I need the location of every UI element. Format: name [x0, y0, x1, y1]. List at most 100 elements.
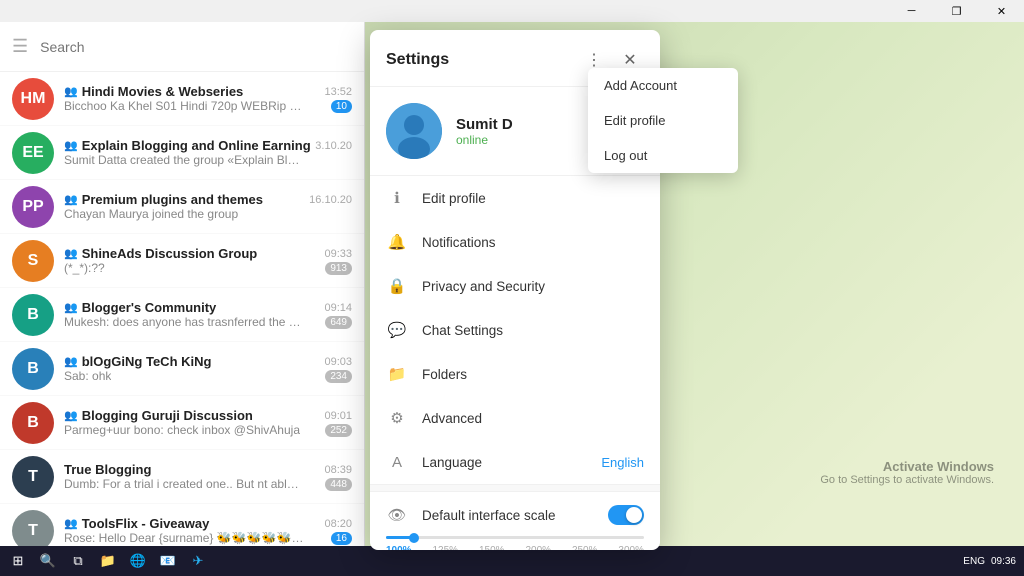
chat-content: 👥 Blogging Guruji Discussion 09:01 Parme… [64, 408, 352, 437]
settings-title: Settings [386, 51, 449, 69]
taskbar-start[interactable]: ⊞ [4, 547, 32, 575]
taskbar-app2[interactable]: 🌐 [124, 547, 152, 575]
chat-settings-label: Chat Settings [422, 323, 644, 338]
scale-bar-fill [386, 536, 412, 539]
chat-content: 👥 Explain Blogging and Online Earning 3.… [64, 138, 352, 167]
scale-tick: 200% [525, 545, 551, 550]
settings-menu: ℹ Edit profile 🔔 Notifications 🔒 Privacy… [370, 176, 660, 484]
chat-preview: (*_*):?? [64, 261, 105, 275]
edit-profile-icon: ℹ [386, 187, 408, 209]
chat-name: 👥 Hindi Movies & Webseries [64, 84, 243, 99]
avatar: T [12, 456, 54, 498]
close-button[interactable]: ✕ [979, 0, 1024, 22]
restore-button[interactable]: ❐ [934, 0, 979, 22]
notifications-icon: 🔔 [386, 231, 408, 253]
language-label: Language [422, 455, 587, 470]
title-bar: ─ ❐ ✕ [0, 0, 1024, 22]
profile-name: Sumit D [456, 116, 513, 133]
chat-name: 👥 ShineAds Discussion Group [64, 246, 257, 261]
chat-preview: Parmeg+uur bono: check inbox @ShivAhuja [64, 423, 300, 437]
taskbar-app4[interactable]: ✈ [184, 547, 212, 575]
taskbar-taskview[interactable]: ⧉ [64, 547, 92, 575]
scale-tick: 125% [432, 545, 458, 550]
avatar: PP [12, 186, 54, 228]
taskbar-lang: ENG [963, 556, 985, 567]
chat-time: 13:52 [324, 86, 352, 98]
avatar: T [12, 510, 54, 547]
chat-item[interactable]: T 👥 ToolsFlix - Giveaway 08:20 Rose: Hel… [0, 504, 364, 546]
activate-windows: Activate Windows Go to Settings to activ… [820, 459, 994, 486]
badge: 913 [325, 262, 352, 275]
chat-item[interactable]: B 👥 Blogger's Community 09:14 Mukesh: do… [0, 288, 364, 342]
chat-item[interactable]: S 👥 ShineAds Discussion Group 09:33 (*_*… [0, 234, 364, 288]
chat-item[interactable]: B 👥 blOgGiNg TeCh KiNg 09:03 Sab: ohk 23… [0, 342, 364, 396]
taskbar-search[interactable]: 🔍 [34, 547, 62, 575]
context-menu-log-out[interactable]: Log out [588, 138, 738, 173]
scale-section: 👁 Default interface scale 100%125%150%20… [370, 492, 660, 550]
profile-status: online [456, 133, 513, 147]
chat-item[interactable]: PP 👥 Premium plugins and themes 16.10.20… [0, 180, 364, 234]
settings-item-folders[interactable]: 📁 Folders [370, 352, 660, 396]
chat-preview: Mukesh: does anyone has trasnferred the … [64, 315, 304, 329]
settings-item-privacy-security[interactable]: 🔒 Privacy and Security [370, 264, 660, 308]
chat-time: 08:39 [324, 464, 352, 476]
chat-item[interactable]: HM 👥 Hindi Movies & Webseries 13:52 Bicc… [0, 72, 364, 126]
chat-name: 👥 Blogging Guruji Discussion [64, 408, 253, 423]
scale-icon: 👁 [386, 504, 408, 526]
scale-bar-thumb[interactable] [409, 533, 419, 543]
menu-icon[interactable]: ☰ [12, 36, 28, 57]
chat-item[interactable]: T True Blogging 08:39 Dumb: For a trial … [0, 450, 364, 504]
scale-tick: 250% [572, 545, 598, 550]
context-menu-edit-profile[interactable]: Edit profile [588, 103, 738, 138]
avatar: S [12, 240, 54, 282]
context-menu: Add AccountEdit profileLog out [588, 68, 738, 173]
settings-item-notifications[interactable]: 🔔 Notifications [370, 220, 660, 264]
taskbar-time: 09:36 [991, 556, 1016, 567]
chat-name: 👥 Premium plugins and themes [64, 192, 263, 207]
settings-item-edit-profile[interactable]: ℹ Edit profile [370, 176, 660, 220]
chat-time: 3.10.20 [315, 140, 352, 152]
chat-settings-icon: 💬 [386, 319, 408, 341]
chat-top: 👥 Hindi Movies & Webseries 13:52 [64, 84, 352, 99]
settings-item-chat-settings[interactable]: 💬 Chat Settings [370, 308, 660, 352]
edit-profile-label: Edit profile [422, 191, 644, 206]
scale-toggle[interactable] [608, 505, 644, 525]
avatar: B [12, 294, 54, 336]
scale-label: Default interface scale [422, 508, 556, 523]
chat-top: 👥 Premium plugins and themes 16.10.20 [64, 192, 352, 207]
minimize-button[interactable]: ─ [889, 0, 934, 22]
chat-content: 👥 ToolsFlix - Giveaway 08:20 Rose: Hello… [64, 516, 352, 545]
chat-name: 👥 blOgGiNg TeCh KiNg [64, 354, 211, 369]
chat-list: HM 👥 Hindi Movies & Webseries 13:52 Bicc… [0, 72, 364, 546]
chat-name: 👥 Explain Blogging and Online Earning [64, 138, 311, 153]
chat-time: 09:14 [324, 302, 352, 314]
taskbar-icons: ⊞ 🔍 ⧉ 📁 🌐 📧 ✈ [0, 547, 955, 575]
badge: 234 [325, 370, 352, 383]
chat-time: 16.10.20 [309, 194, 352, 206]
chat-content: 👥 Hindi Movies & Webseries 13:52 Bicchoo… [64, 84, 352, 113]
chat-time: 08:20 [324, 518, 352, 530]
chat-content: 👥 Premium plugins and themes 16.10.20 Ch… [64, 192, 352, 221]
settings-item-advanced[interactable]: ⚙ Advanced [370, 396, 660, 440]
chat-item[interactable]: EE 👥 Explain Blogging and Online Earning… [0, 126, 364, 180]
chat-time: 09:03 [324, 356, 352, 368]
chat-time: 09:33 [324, 248, 352, 260]
taskbar-app1[interactable]: 📁 [94, 547, 122, 575]
chat-name: 👥 ToolsFlix - Giveaway [64, 516, 209, 531]
chat-preview: Chayan Maurya joined the group [64, 207, 238, 221]
taskbar: ⊞ 🔍 ⧉ 📁 🌐 📧 ✈ ENG 09:36 [0, 546, 1024, 576]
chat-content: True Blogging 08:39 Dumb: For a trial i … [64, 462, 352, 491]
context-menu-add-account[interactable]: Add Account [588, 68, 738, 103]
chat-item[interactable]: B 👥 Blogging Guruji Discussion 09:01 Par… [0, 396, 364, 450]
avatar [386, 103, 442, 159]
chat-name: True Blogging [64, 462, 151, 477]
search-input[interactable] [40, 39, 352, 55]
scale-header: 👁 Default interface scale [386, 504, 644, 526]
language-value: English [601, 455, 644, 470]
badge: 252 [325, 424, 352, 437]
settings-item-language[interactable]: A Language English [370, 440, 660, 484]
advanced-label: Advanced [422, 411, 644, 426]
avatar: HM [12, 78, 54, 120]
activate-title: Activate Windows [820, 459, 994, 474]
taskbar-app3[interactable]: 📧 [154, 547, 182, 575]
